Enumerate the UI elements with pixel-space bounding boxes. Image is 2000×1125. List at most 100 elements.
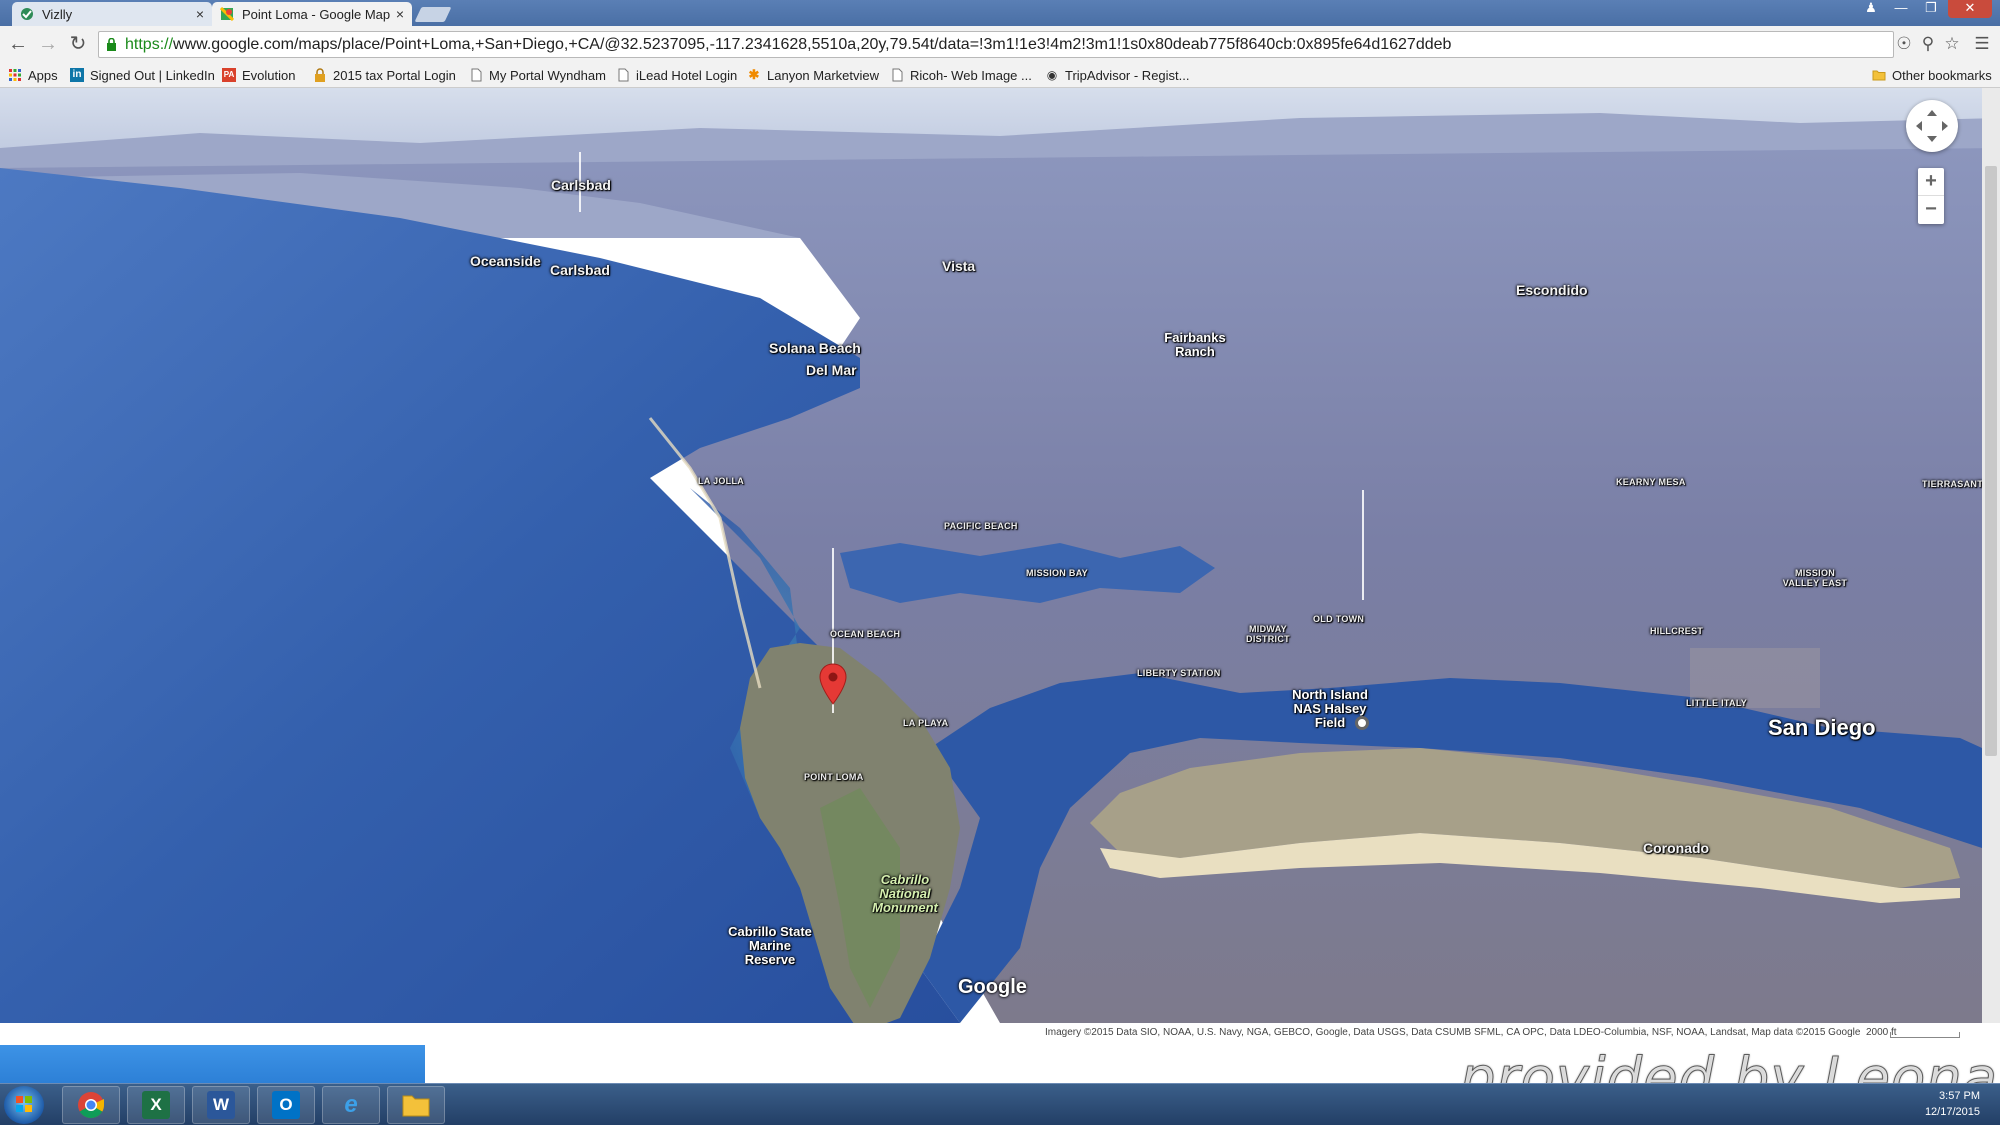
label-coronado[interactable]: Coronado (1643, 840, 1709, 856)
word-icon: W (207, 1091, 235, 1119)
zoom-out-button[interactable]: − (1918, 196, 1944, 224)
label-oceanside[interactable]: Oceanside (470, 253, 541, 269)
map-canvas[interactable]: Carlsbad Carlsbad Oceanside Vista Escond… (0, 88, 2000, 1023)
location-pin-icon[interactable] (819, 663, 847, 705)
taskbar-outlook[interactable]: O (257, 1086, 315, 1124)
lanyon-icon: ✱ (748, 67, 760, 82)
label-la-playa[interactable]: LA PLAYA (903, 718, 948, 728)
north-island-stem (1362, 490, 1364, 600)
rotate-arrows-icon (1916, 110, 1948, 142)
page-icon (471, 68, 482, 82)
map-attribution-bar: Imagery ©2015 Data SIO, NOAA, U.S. Navy,… (0, 1023, 2000, 1043)
taskbar-internet-explorer[interactable]: e (322, 1086, 380, 1124)
label-fairbanks-ranch[interactable]: Fairbanks Ranch (1160, 331, 1230, 359)
google-logo: Google (958, 976, 1027, 998)
bookmark-tax-portal[interactable]: 2015 tax Portal Login (313, 66, 456, 84)
label-hillcrest[interactable]: HILLCREST (1650, 626, 1703, 636)
airport-marker-icon[interactable] (1355, 716, 1369, 730)
bookmark-ricoh[interactable]: Ricoh- Web Image ... (890, 66, 1032, 84)
internet-explorer-icon: e (344, 1091, 358, 1118)
google-maps-favicon-icon (220, 7, 234, 21)
lock-icon (315, 68, 325, 82)
bookmarks-bar: Apps in Signed Out | LinkedIn PA Evoluti… (0, 62, 2000, 88)
close-window-icon[interactable]: ✕ (1948, 0, 1992, 18)
label-kearny-mesa[interactable]: KEARNY MESA (1616, 477, 1686, 487)
taskbar-chrome[interactable] (62, 1086, 120, 1124)
forward-arrow-icon[interactable]: → (36, 32, 60, 56)
extension-icon[interactable]: ⚲ (1918, 34, 1938, 54)
label-midway-district[interactable]: MIDWAY DISTRICT (1240, 624, 1296, 644)
bookmark-apps[interactable]: Apps (8, 66, 58, 84)
browser-toolbar: ← → ↻ https://www.google.com/maps/place/… (0, 26, 2000, 62)
label-vista[interactable]: Vista (942, 258, 975, 274)
taskbar-file-explorer[interactable] (387, 1086, 445, 1124)
label-mission-valley-east[interactable]: MISSION VALLEY EAST (1780, 568, 1850, 588)
label-escondido[interactable]: Escondido (1516, 282, 1588, 298)
other-bookmarks-folder[interactable]: Other bookmarks (1872, 66, 1992, 84)
label-solana-beach[interactable]: Solana Beach (769, 340, 861, 356)
user-icon[interactable]: ♟ (1858, 0, 1884, 18)
imagery-attribution[interactable]: Imagery ©2015 Data SIO, NOAA, U.S. Navy,… (1045, 1027, 1860, 1038)
minimize-icon[interactable]: — (1888, 0, 1914, 18)
close-tab-icon[interactable]: × (196, 6, 204, 22)
bookmark-label: Ricoh- Web Image ... (910, 67, 1032, 83)
label-del-mar[interactable]: Del Mar (806, 362, 857, 378)
bookmark-wyndham[interactable]: My Portal Wyndham (469, 66, 606, 84)
location-icon[interactable]: ☉ (1894, 34, 1914, 54)
label-liberty-station[interactable]: LIBERTY STATION (1137, 668, 1221, 678)
tripadvisor-owl-icon: ◉ (1046, 68, 1058, 82)
label-carlsbad[interactable]: Carlsbad (551, 177, 611, 193)
label-cabrillo-reserve[interactable]: Cabrillo State Marine Reserve (728, 925, 812, 967)
start-button[interactable] (4, 1086, 44, 1124)
address-bar[interactable]: https://www.google.com/maps/place/Point+… (98, 31, 1894, 58)
label-la-jolla[interactable]: LA JOLLA (698, 476, 744, 486)
bookmark-label: Other bookmarks (1892, 67, 1992, 83)
clock-date: 12/17/2015 (1924, 1106, 1980, 1118)
folder-icon (1872, 70, 1886, 81)
zoom-in-button[interactable]: + (1918, 168, 1944, 196)
taskbar-excel[interactable]: X (127, 1086, 185, 1124)
zoom-control: + − (1918, 168, 1944, 224)
label-carlsbad-lower[interactable]: Carlsbad (550, 262, 610, 278)
label-cabrillo-monument[interactable]: Cabrillo National Monument (870, 873, 940, 915)
scrollbar-thumb[interactable] (1985, 166, 1997, 756)
bookmark-lanyon[interactable]: ✱ Lanyon Marketview (747, 66, 879, 84)
system-tray-clock[interactable]: 3:57 PM 12/17/2015 (1925, 1088, 1980, 1120)
label-ocean-beach[interactable]: OCEAN BEACH (830, 629, 900, 639)
label-point-loma[interactable]: POINT LOMA (804, 772, 864, 782)
new-tab-button[interactable] (414, 7, 452, 22)
tab-strip: Vizlly × Point Loma - Google Map × ♟ — ❐… (0, 0, 2000, 26)
tab-google-maps[interactable]: Point Loma - Google Map × (212, 2, 412, 26)
label-old-town[interactable]: OLD TOWN (1313, 614, 1364, 624)
bookmark-tripadvisor[interactable]: ◉ TripAdvisor - Regist... (1045, 66, 1190, 84)
window-controls: ♟ — ❐ ✕ (1858, 0, 1992, 18)
windows-taskbar: X W O e 3:57 PM 12/17/2015 (0, 1083, 2000, 1125)
bookmark-star-icon[interactable]: ☆ (1942, 34, 1962, 54)
excel-icon: X (142, 1091, 170, 1119)
bookmark-label: Apps (28, 67, 58, 83)
rotate-control[interactable] (1906, 100, 1958, 152)
page-scrollbar[interactable] (1982, 88, 2000, 1023)
label-pacific-beach[interactable]: PACIFIC BEACH (944, 521, 1018, 531)
tab-vizlly[interactable]: Vizlly × (12, 2, 212, 26)
bookmark-label: My Portal Wyndham (489, 67, 606, 83)
windows-logo-icon (16, 1096, 32, 1112)
label-little-italy[interactable]: LITTLE ITALY (1686, 698, 1747, 708)
bookmark-label: Evolution (242, 67, 296, 83)
page-icon (892, 68, 903, 82)
label-tierrasanta[interactable]: TIERRASANTA (1922, 479, 1989, 489)
bookmark-label: TripAdvisor - Regist... (1065, 67, 1190, 83)
bookmark-linkedin[interactable]: in Signed Out | LinkedIn (70, 66, 215, 84)
close-tab-icon[interactable]: × (396, 6, 404, 22)
label-san-diego[interactable]: San Diego (1768, 715, 1876, 741)
taskbar-word[interactable]: W (192, 1086, 250, 1124)
reload-icon[interactable]: ↻ (66, 32, 90, 56)
label-mission-bay[interactable]: MISSION BAY (1026, 568, 1088, 578)
restore-icon[interactable]: ❐ (1918, 0, 1944, 18)
menu-icon[interactable]: ☰ (1972, 34, 1992, 54)
bookmark-ilead[interactable]: iLead Hotel Login (616, 66, 737, 84)
back-arrow-icon[interactable]: ← (6, 32, 30, 56)
bookmark-evolution[interactable]: PA Evolution (222, 66, 295, 84)
tab-title: Vizlly (42, 6, 73, 22)
url-text: www.google.com/maps/place/Point+Loma,+Sa… (173, 36, 1452, 53)
